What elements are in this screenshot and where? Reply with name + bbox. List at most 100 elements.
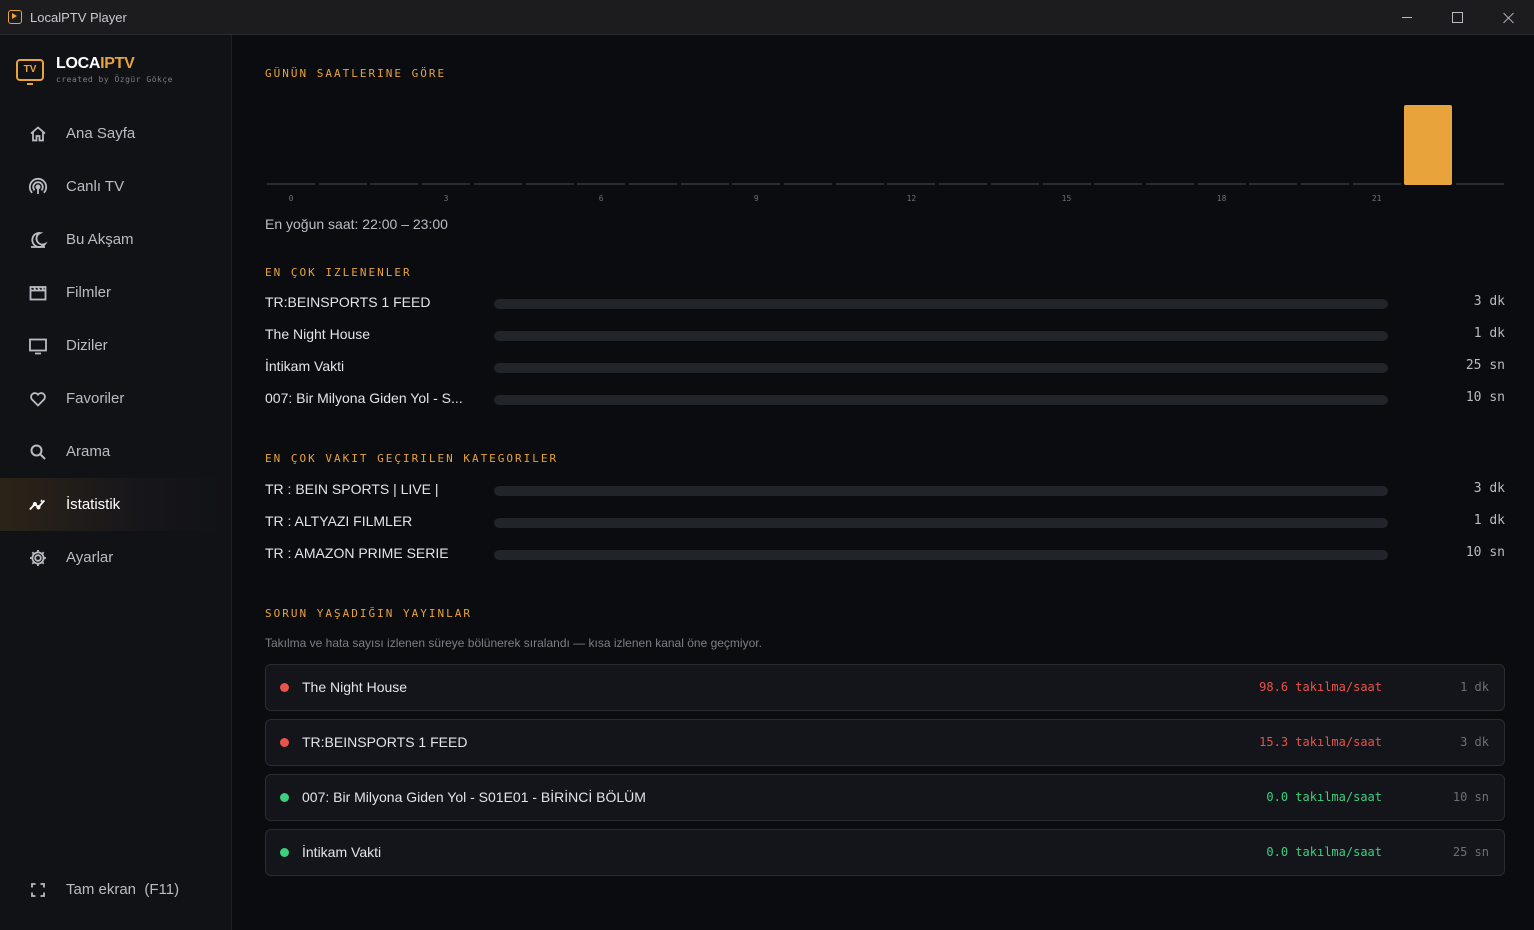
brand-name-part1: LOCA xyxy=(56,55,101,72)
hour-tick-label: 12 xyxy=(906,194,917,203)
hour-bar-base xyxy=(1352,183,1401,185)
category-row[interactable]: TR : ALTYAZI FILMLER 1 dk xyxy=(265,513,1505,533)
hour-bar-23 xyxy=(1456,105,1505,185)
sidebar-item-label: Favoriler xyxy=(66,390,125,407)
sidebar-item-label: Canlı TV xyxy=(66,178,125,195)
issue-duration: 10 sn xyxy=(1452,790,1489,804)
most-watched-value: 10 sn xyxy=(1465,390,1505,405)
hour-bar-base xyxy=(525,183,574,185)
issue-duration: 25 sn xyxy=(1452,845,1489,859)
hour-bar-6 xyxy=(577,105,626,185)
sidebar-item-favorites[interactable]: Favoriler xyxy=(0,372,231,425)
most-watched-row[interactable]: TR:BEINSPORTS 1 FEED 3 dk xyxy=(265,294,1505,314)
most-watched-bar-track xyxy=(494,331,1388,341)
hour-bar-8 xyxy=(680,105,729,185)
hour-bar-base xyxy=(1249,183,1298,185)
hour-bar-base xyxy=(267,183,315,185)
hour-bar-2 xyxy=(370,105,419,185)
stats-icon xyxy=(28,495,48,515)
issue-card[interactable]: İntikam Vakti 0.0 takılma/saat 25 sn xyxy=(265,829,1505,876)
fullscreen-button[interactable]: Tam ekran (F11) xyxy=(0,863,231,916)
minimize-icon xyxy=(1401,17,1412,18)
sidebar-nav: Ana Sayfa Canlı TV Bu Akşam Filmler Dizi… xyxy=(0,107,231,584)
issue-card[interactable]: TR:BEINSPORTS 1 FEED 15.3 takılma/saat 3 d… xyxy=(265,719,1505,766)
hour-bar-base xyxy=(1042,183,1091,185)
fullscreen-icon xyxy=(28,880,48,900)
hour-bar-base xyxy=(990,183,1039,185)
issue-rate: 15.3 takılma/saat xyxy=(1259,735,1382,749)
peak-hour-text: En yoğun saat: 22:00 – 23:00 xyxy=(265,216,448,232)
brand-name: LOCAIPTV xyxy=(56,55,173,73)
most-watched-value: 1 dk xyxy=(1473,326,1505,341)
hour-bar-7 xyxy=(628,105,677,185)
category-bar-track xyxy=(494,550,1388,560)
category-bar-track xyxy=(494,518,1388,528)
sidebar-item-tonight[interactable]: Bu Akşam xyxy=(0,213,231,266)
most-watched-row[interactable]: The Night House 1 dk xyxy=(265,326,1505,346)
tv-icon xyxy=(28,336,48,356)
maximize-icon xyxy=(1452,12,1463,23)
most-watched-value: 3 dk xyxy=(1473,294,1505,309)
hour-bar-0 xyxy=(267,105,315,185)
most-watched-value: 25 sn xyxy=(1465,358,1505,373)
minimize-button[interactable] xyxy=(1381,0,1432,35)
hour-bar-base xyxy=(1301,183,1349,185)
fullscreen-area: Tam ekran (F11) xyxy=(0,863,231,916)
hour-bar-11 xyxy=(835,105,884,185)
issue-name: 007: Bir Milyona Giden Yol - S01E01 - Bİ… xyxy=(302,789,646,805)
issue-name: İntikam Vakti xyxy=(302,844,382,860)
close-button[interactable] xyxy=(1483,0,1534,35)
sidebar-item-label: Ana Sayfa xyxy=(66,125,136,142)
hour-bar-base xyxy=(422,183,471,185)
most-watched-label: İntikam Vakti xyxy=(265,358,345,374)
sidebar-item-series[interactable]: Diziler xyxy=(0,319,231,372)
close-icon xyxy=(1503,12,1515,24)
moon-icon xyxy=(28,230,48,250)
issue-rate: 0.0 takılma/saat xyxy=(1266,845,1382,859)
hour-bar-base xyxy=(577,183,626,185)
brand[interactable]: TV LOCAIPTV created by Özgür Gökçe xyxy=(16,55,173,85)
issue-rate: 0.0 takılma/saat xyxy=(1266,790,1382,804)
sidebar-item-label: Arama xyxy=(66,443,111,460)
category-value: 10 sn xyxy=(1465,545,1505,560)
hour-bar-base xyxy=(680,183,729,185)
status-dot-icon xyxy=(280,738,289,747)
most-watched-bar-track xyxy=(494,363,1388,373)
issue-duration: 3 dk xyxy=(1460,735,1489,749)
hour-tick-label: 3 xyxy=(443,194,449,203)
issue-card[interactable]: The Night House 98.6 takılma/saat 1 dk xyxy=(265,664,1505,711)
sidebar-item-statistics[interactable]: İstatistik xyxy=(0,478,231,531)
title-bar: LocalPTV Player xyxy=(0,0,1534,35)
sidebar-item-label: Filmler xyxy=(66,284,111,301)
most-watched-bar-track xyxy=(494,299,1388,309)
hour-bar-3 xyxy=(422,105,471,185)
sidebar-item-search[interactable]: Arama xyxy=(0,425,231,478)
home-icon xyxy=(28,124,48,144)
status-dot-icon xyxy=(280,793,289,802)
issue-card[interactable]: 007: Bir Milyona Giden Yol - S01E01 - Bİ… xyxy=(265,774,1505,821)
hour-bar-base xyxy=(939,183,988,185)
hour-bar-base xyxy=(784,183,832,185)
hour-bar-21 xyxy=(1352,105,1401,185)
hours-chart: 0 3 6 9 12 15 18 21 xyxy=(265,95,1505,215)
most-watched-row[interactable]: İntikam Vakti 25 sn xyxy=(265,358,1505,378)
hour-bar-15 xyxy=(1042,105,1091,185)
hour-bar-18 xyxy=(1197,105,1246,185)
category-row[interactable]: TR : BEIN SPORTS | LIVE | 3 dk xyxy=(265,481,1505,501)
most-watched-label: 007: Bir Milyona Giden Yol - S... xyxy=(265,390,463,406)
sidebar-item-movies[interactable]: Filmler xyxy=(0,266,231,319)
most-watched-row[interactable]: 007: Bir Milyona Giden Yol - S... 10 sn xyxy=(265,390,1505,410)
hour-bar-4 xyxy=(473,105,522,185)
hour-bar-14 xyxy=(990,105,1039,185)
sidebar-item-home[interactable]: Ana Sayfa xyxy=(0,107,231,160)
maximize-button[interactable] xyxy=(1432,0,1483,35)
category-label: TR : BEIN SPORTS | LIVE | xyxy=(265,481,439,497)
category-row[interactable]: TR : AMAZON PRIME SERIE 10 sn xyxy=(265,545,1505,565)
hour-tick-label: 9 xyxy=(753,194,759,203)
hour-bar-base xyxy=(1094,183,1143,185)
sidebar-item-live-tv[interactable]: Canlı TV xyxy=(0,160,231,213)
sidebar-item-label: İstatistik xyxy=(66,496,121,513)
search-icon xyxy=(28,442,48,462)
sidebar-item-settings[interactable]: Ayarlar xyxy=(0,531,231,584)
hour-bar-fill xyxy=(1404,105,1453,185)
